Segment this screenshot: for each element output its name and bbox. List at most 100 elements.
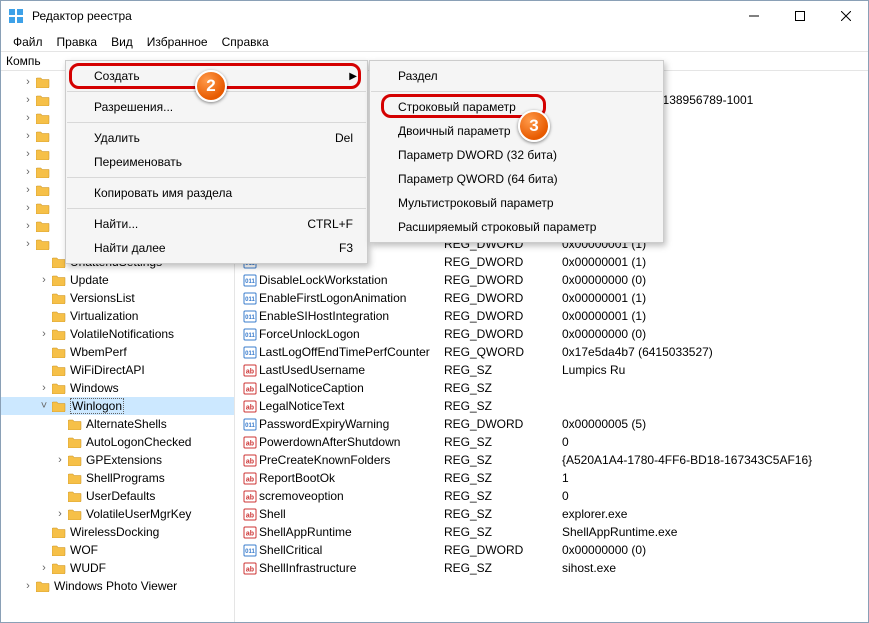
tree-node[interactable]: WiFiDirectAPI [0, 361, 234, 379]
tree-node[interactable]: UserDefaults [0, 487, 234, 505]
tree-node[interactable]: WOF [0, 541, 234, 559]
svg-text:011: 011 [245, 297, 255, 303]
expand-icon[interactable]: › [22, 130, 34, 142]
tree-node[interactable]: ›Windows Photo Viewer [0, 577, 234, 595]
expand-icon[interactable]: › [54, 454, 66, 466]
menu-label: Создать [94, 69, 140, 83]
tree-node[interactable]: VersionsList [0, 289, 234, 307]
menu-hotkey: F3 [339, 241, 353, 255]
tree-node[interactable]: Virtualization [0, 307, 234, 325]
value-row[interactable]: 011DisableLockWorkstationREG_DWORD0x0000… [235, 271, 869, 289]
ctx_main-item[interactable]: Копировать имя раздела [66, 181, 367, 205]
tree-label: WbemPerf [70, 345, 127, 359]
value-row[interactable]: 011LastLogOffEndTimePerfCounterREG_QWORD… [235, 343, 869, 361]
menu-hotkey: CTRL+F [307, 217, 353, 231]
expand-icon[interactable]: › [54, 508, 66, 520]
ctx_sub-item[interactable]: Расширяемый строковый параметр [370, 215, 663, 239]
svg-text:ab: ab [246, 387, 254, 394]
expand-icon[interactable]: › [22, 94, 34, 106]
value-name: scremoveoption [259, 489, 444, 503]
ctx_main-item[interactable]: УдалитьDel [66, 126, 367, 150]
tree-node[interactable]: ShellPrograms [0, 469, 234, 487]
value-name: PowerdownAfterShutdown [259, 435, 444, 449]
folder-icon [36, 76, 50, 88]
expand-icon[interactable]: › [22, 220, 34, 232]
expand-icon[interactable]: › [22, 112, 34, 124]
value-row[interactable]: abLegalNoticeTextREG_SZ [235, 397, 869, 415]
tree-node[interactable]: ›Windows [0, 379, 234, 397]
expand-icon[interactable]: › [22, 202, 34, 214]
tree-node[interactable]: ›VolatileNotifications [0, 325, 234, 343]
value-row[interactable]: 011PasswordExpiryWarningREG_DWORD0x00000… [235, 415, 869, 433]
expand-icon[interactable]: › [22, 166, 34, 178]
menu-favorites[interactable]: Избранное [140, 34, 215, 50]
menu-view[interactable]: Вид [104, 34, 140, 50]
ctx_main-item[interactable]: Переименовать [66, 150, 367, 174]
menu-help[interactable]: Справка [215, 34, 276, 50]
menu-label: Расширяемый строковый параметр [398, 220, 596, 234]
value-row[interactable]: 011EnableFirstLogonAnimationREG_DWORD0x0… [235, 289, 869, 307]
ctx_sub-item[interactable]: Параметр QWORD (64 бита) [370, 167, 663, 191]
string-icon: ab [241, 525, 259, 539]
string-icon: ab [241, 381, 259, 395]
tree-node[interactable]: ›Update [0, 271, 234, 289]
value-type: REG_DWORD [444, 309, 562, 323]
menu-label: Найти... [94, 217, 138, 231]
expand-icon[interactable]: › [38, 562, 50, 574]
string-icon: ab [241, 363, 259, 377]
ctx_main-item[interactable]: Создать▶ [66, 64, 367, 88]
minimize-button[interactable] [731, 0, 777, 32]
value-row[interactable]: abReportBootOkREG_SZ1 [235, 469, 869, 487]
expand-icon[interactable]: ˅ [38, 400, 50, 412]
value-row[interactable]: abPreCreateKnownFoldersREG_SZ{A520A1A4-1… [235, 451, 869, 469]
menu-file[interactable]: Файл [6, 34, 50, 50]
folder-icon [36, 202, 50, 214]
expand-icon[interactable]: › [22, 148, 34, 160]
expand-icon[interactable]: › [22, 238, 34, 250]
tree-node[interactable]: AlternateShells [0, 415, 234, 433]
value-row[interactable]: abShellInfrastructureREG_SZsihost.exe [235, 559, 869, 577]
maximize-button[interactable] [777, 0, 823, 32]
svg-text:ab: ab [246, 441, 254, 448]
tree-label: AutoLogonChecked [86, 435, 191, 449]
ctx_sub-item[interactable]: Двоичный параметр [370, 119, 663, 143]
tree-node[interactable]: AutoLogonChecked [0, 433, 234, 451]
value-row[interactable]: abShellREG_SZexplorer.exe [235, 505, 869, 523]
folder-icon [36, 580, 50, 592]
ctx_main-item[interactable]: Найти... CTRL+F [66, 212, 367, 236]
context-submenu-new[interactable]: Раздел Строковый параметрДвоичный парамет… [369, 60, 664, 243]
value-row[interactable]: abPowerdownAfterShutdownREG_SZ0 [235, 433, 869, 451]
value-row[interactable]: abLegalNoticeCaptionREG_SZ [235, 379, 869, 397]
ctx_main-item[interactable]: Разрешения... [66, 95, 367, 119]
ctx_sub-item[interactable]: Параметр DWORD (32 бита) [370, 143, 663, 167]
menu-edit[interactable]: Правка [50, 34, 105, 50]
expand-icon[interactable]: › [22, 76, 34, 88]
expand-icon[interactable]: › [38, 382, 50, 394]
expand-icon[interactable]: › [38, 328, 50, 340]
value-row[interactable]: abShellAppRuntimeREG_SZShellAppRuntime.e… [235, 523, 869, 541]
folder-icon [68, 490, 82, 502]
value-row[interactable]: 011EnableSIHostIntegrationREG_DWORD0x000… [235, 307, 869, 325]
value-row[interactable]: 011ForceUnlockLogonREG_DWORD0x00000000 (… [235, 325, 869, 343]
tree-node[interactable]: ›GPExtensions [0, 451, 234, 469]
tree-node[interactable]: ›WUDF [0, 559, 234, 577]
expand-icon[interactable]: › [22, 580, 34, 592]
value-row[interactable]: abscremoveoptionREG_SZ0 [235, 487, 869, 505]
tree-node[interactable]: WbemPerf [0, 343, 234, 361]
ctx_sub-item[interactable]: Строковый параметр [370, 95, 663, 119]
expand-icon[interactable]: › [22, 184, 34, 196]
ctx_sub-item[interactable]: Раздел [370, 64, 663, 88]
value-row[interactable]: 011ShellCriticalREG_DWORD0x00000000 (0) [235, 541, 869, 559]
ctx_sub-item[interactable]: Мультистроковый параметр [370, 191, 663, 215]
tree-node[interactable]: ›VolatileUserMgrKey [0, 505, 234, 523]
close-button[interactable] [823, 0, 869, 32]
context-menu[interactable]: Создать▶ Разрешения... УдалитьDelПереимено… [65, 60, 368, 264]
tree-node[interactable]: ˅Winlogon [0, 397, 234, 415]
tree-node[interactable]: WirelessDocking [0, 523, 234, 541]
value-row[interactable]: abLastUsedUsernameREG_SZLumpics Ru [235, 361, 869, 379]
binary-icon: 011 [241, 327, 259, 341]
ctx_main-item[interactable]: Найти далееF3 [66, 236, 367, 260]
folder-icon [52, 310, 66, 322]
expand-icon[interactable]: › [38, 274, 50, 286]
value-type: REG_DWORD [444, 417, 562, 431]
